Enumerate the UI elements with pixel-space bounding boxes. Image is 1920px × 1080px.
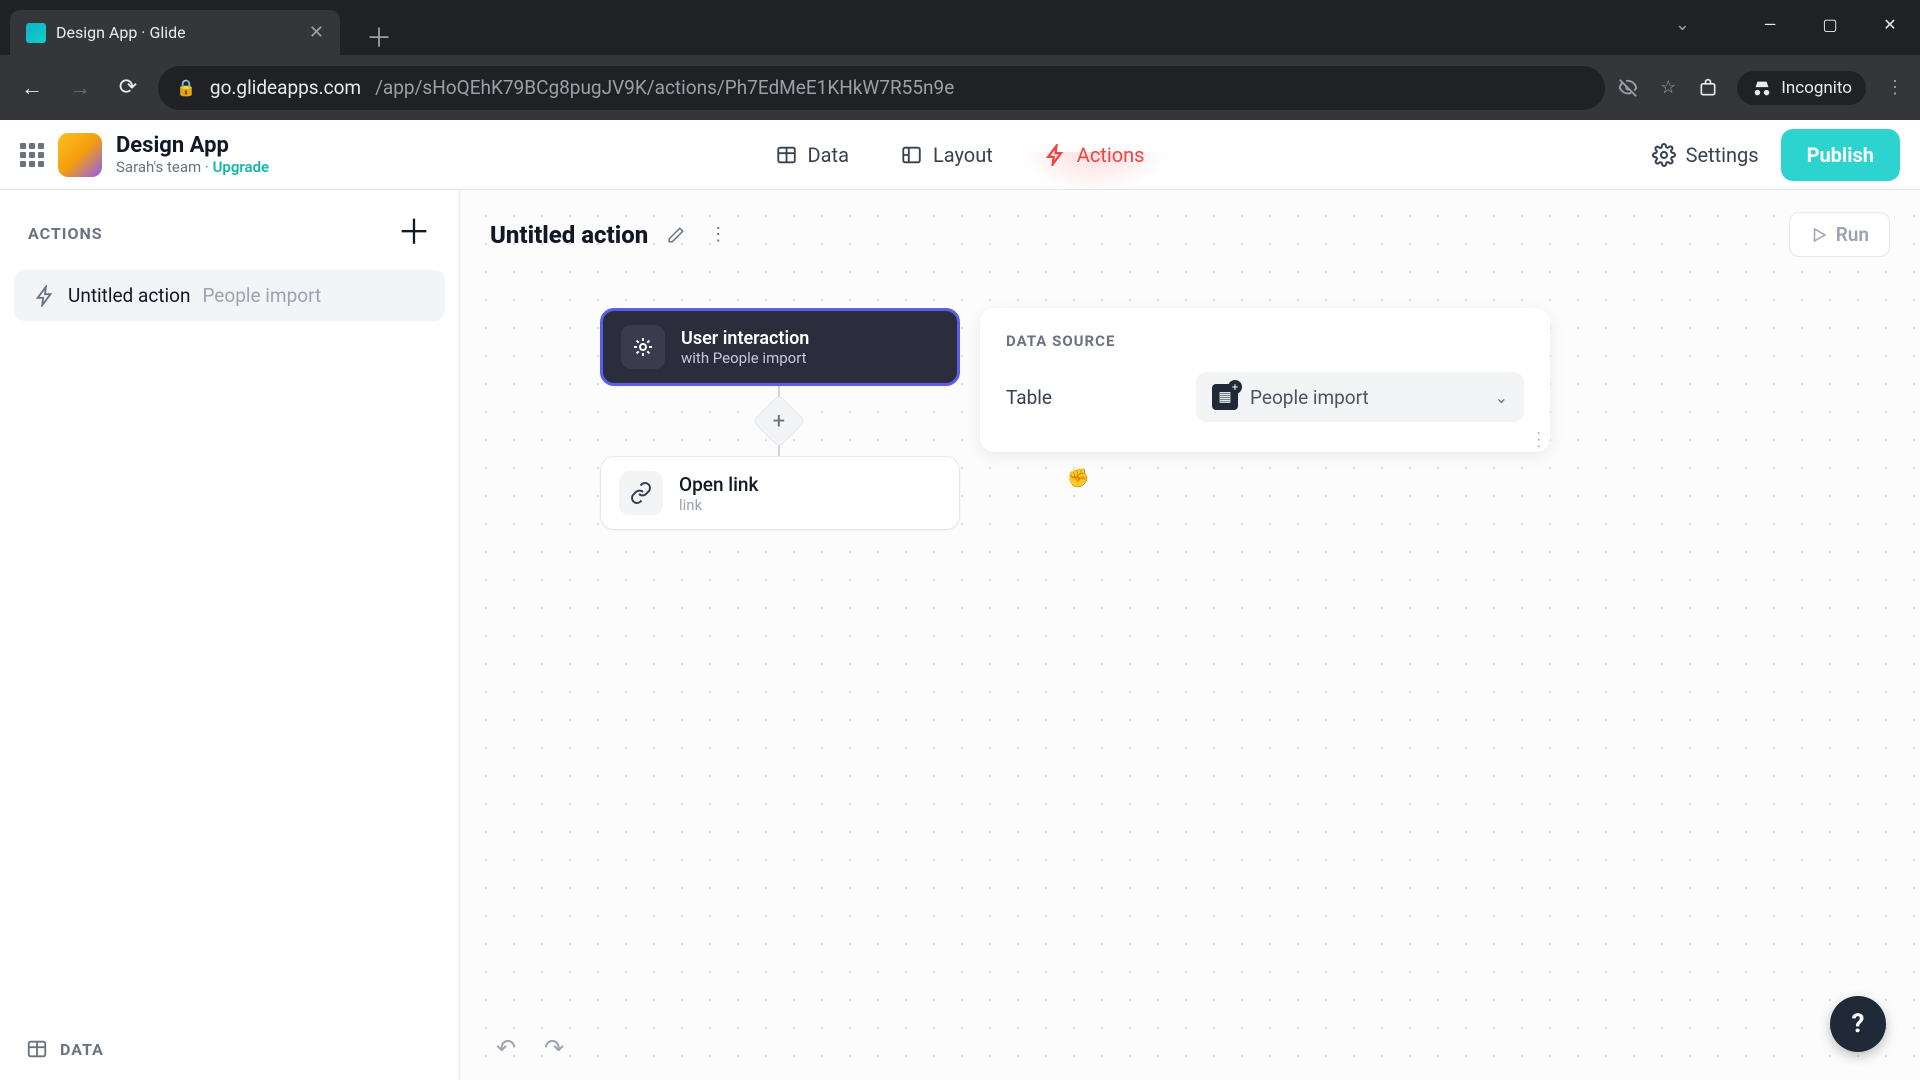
minimize-button[interactable]: ― xyxy=(1740,0,1800,48)
more-icon[interactable]: ⋮ xyxy=(704,221,732,249)
inspector-heading: DATA SOURCE xyxy=(1006,332,1524,350)
gear-icon xyxy=(1652,143,1676,167)
sidebar-heading: ACTIONS xyxy=(28,224,103,243)
url-path: /app/sHoQEhK79BCg8pugJV9K/actions/Ph7EdM… xyxy=(375,76,954,99)
tab-actions[interactable]: Actions xyxy=(1041,135,1149,175)
chevron-down-icon: ⌄ xyxy=(1495,388,1508,407)
trigger-title: User interaction xyxy=(681,328,809,349)
tab-layout[interactable]: Layout xyxy=(897,135,997,175)
redo-button[interactable]: ↷ xyxy=(544,1034,564,1062)
resize-handle[interactable]: ⋰ xyxy=(1528,429,1549,450)
star-icon[interactable]: ☆ xyxy=(1657,77,1679,99)
lock-icon: 🔒 xyxy=(176,78,196,97)
sidebar-footer-label: DATA xyxy=(60,1040,104,1059)
tab-bar: Design App · Glide ✕ ＋ xyxy=(0,0,1920,55)
action-icon xyxy=(34,285,56,307)
sheet-icon: ▦ xyxy=(1212,384,1238,410)
main: ACTIONS ＋ Untitled action People import … xyxy=(0,190,1920,1080)
grab-cursor-icon: ✊ xyxy=(1067,468,1089,489)
run-button[interactable]: Run xyxy=(1789,212,1890,257)
tab-data-label: Data xyxy=(808,143,849,167)
step-title: Open link xyxy=(679,473,758,496)
action-item-source: People import xyxy=(202,284,321,307)
canvas-toolbar: Untitled action ⋮ Run xyxy=(460,190,1920,279)
settings-link[interactable]: Settings xyxy=(1652,143,1759,167)
extensions-icon[interactable] xyxy=(1697,77,1719,99)
action-item-name: Untitled action xyxy=(68,284,190,307)
forward-button[interactable]: → xyxy=(62,70,98,106)
help-button[interactable]: ? xyxy=(1830,996,1886,1052)
close-window-button[interactable]: ✕ xyxy=(1860,0,1920,48)
tab-actions-label: Actions xyxy=(1077,143,1145,167)
new-tab-button[interactable]: ＋ xyxy=(348,18,410,55)
tab-data[interactable]: Data xyxy=(772,135,853,175)
undo-button[interactable]: ↶ xyxy=(496,1034,516,1062)
eye-off-icon[interactable] xyxy=(1617,77,1639,99)
link-icon xyxy=(619,471,663,515)
play-icon xyxy=(1810,226,1828,244)
nav-tabs: Data Layout Actions xyxy=(772,135,1149,175)
app-logo[interactable] xyxy=(58,133,102,177)
tab-layout-label: Layout xyxy=(933,143,993,167)
table-select-value: People import xyxy=(1250,386,1483,409)
tab-overflow-icon[interactable]: ⌄ xyxy=(1675,14,1690,35)
app-name: Design App xyxy=(116,133,269,158)
incognito-chip[interactable]: Incognito xyxy=(1737,71,1866,105)
app-title-block: Design App Sarah's team · Upgrade xyxy=(116,133,269,176)
field-label-table: Table xyxy=(1006,386,1176,409)
action-list-item[interactable]: Untitled action People import xyxy=(14,270,445,321)
browser-tab[interactable]: Design App · Glide ✕ xyxy=(10,10,340,55)
sidebar: ACTIONS ＋ Untitled action People import … xyxy=(0,190,460,1080)
app-header: Design App Sarah's team · Upgrade Data L… xyxy=(0,120,1920,190)
reload-button[interactable]: ⟳ xyxy=(110,70,146,106)
address-bar: ← → ⟳ 🔒 go.glideapps.com/app/sHoQEhK79BC… xyxy=(0,55,1920,120)
inspector-panel: DATA SOURCE Table ▦ People import ⌄ ⋰ xyxy=(980,308,1550,452)
trigger-node[interactable]: User interaction with People import xyxy=(600,308,960,386)
action-title: Untitled action xyxy=(490,221,648,249)
publish-button[interactable]: Publish xyxy=(1781,129,1900,181)
trigger-interaction-icon xyxy=(621,325,665,369)
bolt-icon xyxy=(1045,144,1067,166)
plus-icon: + xyxy=(773,408,785,433)
edit-icon[interactable] xyxy=(662,221,690,249)
url-field[interactable]: 🔒 go.glideapps.com/app/sHoQEhK79BCg8pugJ… xyxy=(158,66,1605,110)
sidebar-data-button[interactable]: DATA xyxy=(0,1018,459,1080)
table-select[interactable]: ▦ People import ⌄ xyxy=(1196,372,1524,422)
add-step-diamond[interactable]: + xyxy=(752,394,806,448)
canvas[interactable]: Untitled action ⋮ Run User interaction w… xyxy=(460,190,1920,1080)
history-controls: ↶ ↷ xyxy=(496,1034,564,1062)
add-action-button[interactable]: ＋ xyxy=(397,216,431,250)
step-subtitle: link xyxy=(679,496,758,514)
browser-menu-icon[interactable]: ⋮ xyxy=(1884,77,1906,99)
incognito-icon xyxy=(1751,77,1773,99)
browser-chrome: Design App · Glide ✕ ＋ ⌄ ― ▢ ✕ ← → ⟳ 🔒 g… xyxy=(0,0,1920,120)
separator: · xyxy=(201,158,212,176)
trigger-subtitle: with People import xyxy=(681,349,809,367)
layout-icon xyxy=(901,144,923,166)
table-icon xyxy=(776,144,798,166)
back-button[interactable]: ← xyxy=(14,70,50,106)
maximize-button[interactable]: ▢ xyxy=(1800,0,1860,48)
step-node[interactable]: Open link link xyxy=(600,456,960,530)
table-icon xyxy=(26,1038,48,1060)
settings-label: Settings xyxy=(1686,143,1759,167)
app-switcher-icon[interactable] xyxy=(20,143,44,167)
incognito-label: Incognito xyxy=(1781,78,1852,98)
glide-favicon xyxy=(26,23,46,43)
team-name: Sarah's team xyxy=(116,158,201,176)
upgrade-link[interactable]: Upgrade xyxy=(213,158,270,176)
window-controls: ― ▢ ✕ xyxy=(1740,0,1920,48)
url-host: go.glideapps.com xyxy=(210,76,361,99)
tab-title: Design App · Glide xyxy=(56,23,186,42)
run-label: Run xyxy=(1836,223,1869,246)
close-tab-icon[interactable]: ✕ xyxy=(309,22,324,43)
